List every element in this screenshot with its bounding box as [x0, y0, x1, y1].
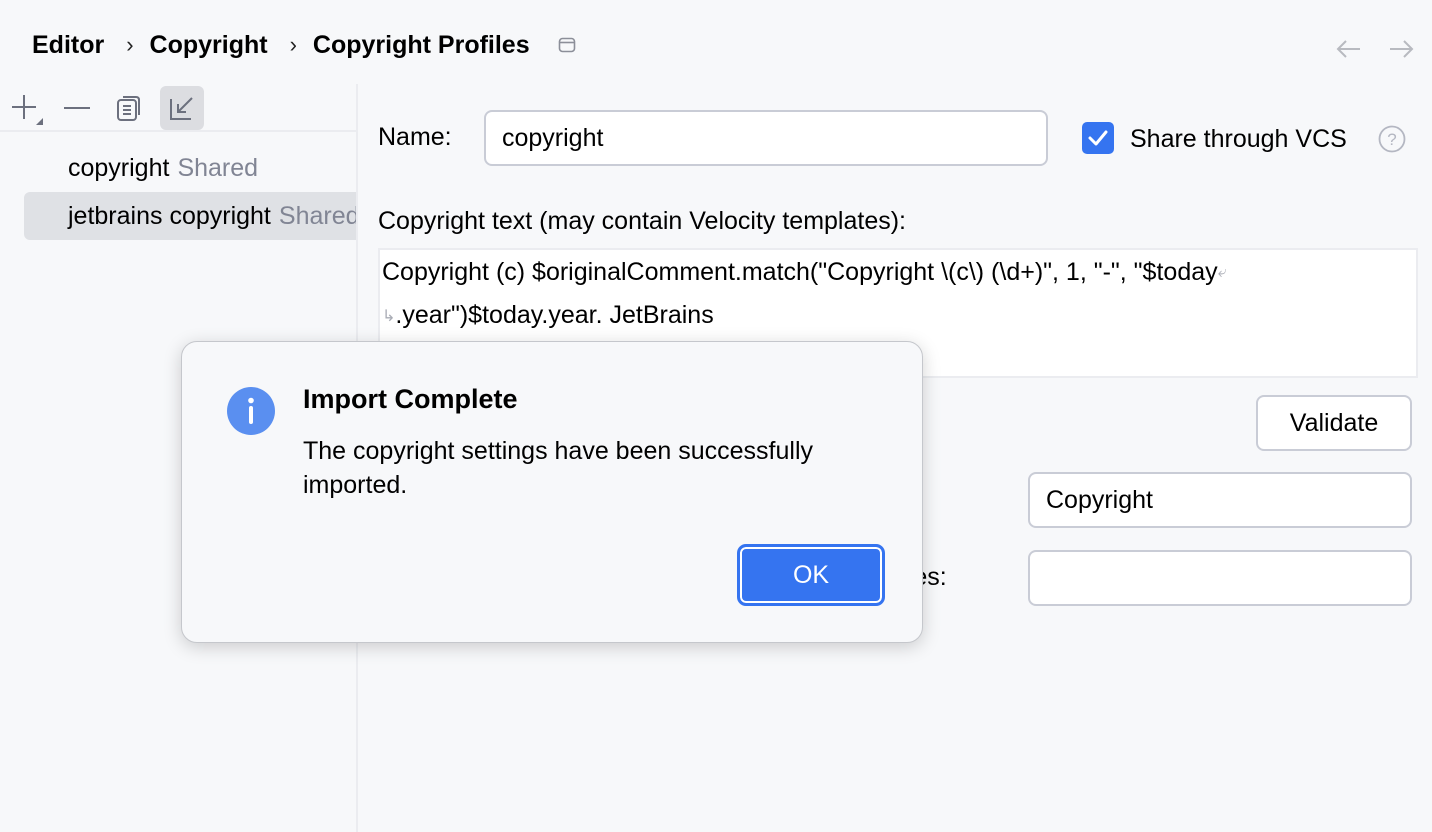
dialog-title: Import Complete: [303, 384, 518, 414]
profile-shared-tag: Shared: [278, 201, 357, 230]
plus-icon: [12, 95, 43, 125]
import-complete-dialog: Import Complete The copyright settings h…: [181, 341, 923, 643]
breadcrumb-item-copyright-profiles: Copyright Profiles: [312, 30, 530, 59]
profiles-toolbar: [0, 84, 357, 132]
arrow-right-icon: [1390, 40, 1414, 58]
breadcrumb-separator: ›: [289, 32, 297, 57]
navigation-arrows: [1334, 34, 1416, 64]
name-label: Name:: [378, 123, 452, 151]
validate-button[interactable]: Validate: [1256, 395, 1412, 451]
editor-line-text: .year")$today.year. JetBrains: [395, 301, 714, 330]
copy-profile-button[interactable]: [107, 86, 151, 130]
import-icon: [170, 97, 193, 120]
breadcrumb: Editor › Copyright › Copyright Profiles: [32, 28, 576, 62]
forward-button[interactable]: [1386, 34, 1416, 64]
add-profile-button[interactable]: [4, 86, 48, 130]
copyright-text-label: Copyright text (may contain Velocity tem…: [378, 207, 907, 235]
remove-profile-button[interactable]: [55, 86, 99, 130]
soft-wrap-icon: ⤶: [1217, 264, 1227, 282]
help-icon[interactable]: ?: [1378, 125, 1406, 158]
info-icon: [227, 387, 275, 440]
settings-window: Editor › Copyright › Copyright Profiles: [0, 0, 1432, 832]
minus-icon: [64, 107, 90, 109]
editor-line: Copyright (c) $originalComment.match("Co…: [382, 251, 1414, 294]
dialog-message: The copyright settings have been success…: [303, 437, 813, 499]
share-vcs-label[interactable]: Share through VCS: [1130, 125, 1347, 154]
arrow-left-icon: [1336, 40, 1360, 58]
name-input[interactable]: copyright: [484, 110, 1048, 166]
editor-line: ↳.year")$today.year. JetBrains: [382, 294, 1414, 337]
breadcrumb-separator: ›: [126, 32, 134, 57]
share-vcs-checkbox[interactable]: [1082, 122, 1114, 154]
back-button[interactable]: [1334, 34, 1364, 64]
profile-list-item[interactable]: copyright Shared: [24, 144, 357, 192]
breadcrumb-item-copyright[interactable]: Copyright: [150, 31, 268, 60]
ok-button[interactable]: OK: [737, 544, 885, 606]
import-profile-button[interactable]: [160, 86, 204, 130]
svg-text:?: ?: [1387, 130, 1396, 149]
checkmark-icon: [1088, 130, 1108, 146]
profile-name: copyright: [68, 153, 170, 182]
soft-wrap-continuation-icon: ↳: [382, 307, 396, 325]
breadcrumb-item-editor[interactable]: Editor: [32, 31, 104, 60]
window-icon[interactable]: [558, 37, 576, 53]
keyword-input[interactable]: Copyright: [1028, 472, 1412, 528]
profile-shared-tag: Shared: [177, 153, 259, 182]
regex-input[interactable]: [1028, 550, 1412, 606]
copy-icon: [117, 96, 140, 121]
editor-line-text: Copyright (c) $originalComment.match("Co…: [382, 258, 1218, 286]
profile-list: copyright Shared jetbrains copyright Sha…: [24, 144, 357, 240]
profile-list-item-selected[interactable]: jetbrains copyright Shared: [24, 192, 357, 240]
profile-name: jetbrains copyright: [68, 201, 271, 230]
